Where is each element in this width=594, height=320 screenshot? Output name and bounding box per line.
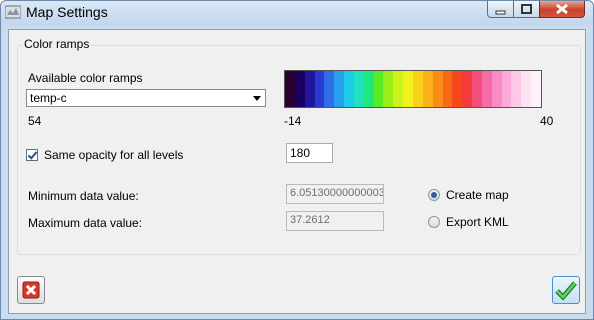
ramp-color-swatch [501,71,512,107]
available-color-ramps-label: Available color ramps [28,71,143,85]
map-settings-window: Map Settings Color ramps Available color… [0,0,594,320]
minimum-data-value-field[interactable]: 6.05130000000003 [286,184,384,204]
ramp-color-swatch [393,71,404,107]
chevron-down-icon [253,96,261,101]
maximum-data-value-field[interactable]: 37.2612 [286,211,384,231]
ramp-color-swatch [422,71,433,107]
ramp-color-swatch [344,71,354,107]
ok-button[interactable] [552,276,580,304]
ramp-color-swatch [314,71,325,107]
ramp-color-swatch [334,71,345,107]
ramp-color-swatch [531,71,541,107]
ramp-color-swatch [304,71,315,107]
same-opacity-label: Same opacity for all levels [44,148,184,162]
cancel-button[interactable] [17,276,45,304]
ramp-color-swatch [294,71,305,107]
ramp-color-swatch [511,71,522,107]
ramp-min-value: -14 [284,114,302,128]
ramp-color-swatch [403,71,413,107]
create-map-label: Create map [446,188,509,202]
maximize-icon [521,4,532,14]
opacity-input[interactable]: 180 [286,143,333,163]
ramp-color-swatch [481,71,492,107]
color-ramp-select-value: temp-c [30,91,67,105]
dialog-body: Color ramps Available color ramps temp-c… [8,29,586,314]
export-kml-radio[interactable] [428,216,440,228]
close-button[interactable] [539,1,585,18]
ramp-color-swatch [521,71,532,107]
color-ramp-select[interactable]: temp-c [26,89,266,107]
color-ramps-group-title: Color ramps [22,37,92,51]
ramp-color-swatch [412,71,423,107]
ramp-color-swatch [452,71,463,107]
color-ramp-preview [284,70,542,108]
export-kml-label: Export KML [446,215,509,229]
same-opacity-checkbox[interactable] [26,149,38,161]
create-map-radio[interactable] [428,189,440,201]
green-check-ok-icon [555,281,577,301]
ramp-color-swatch [383,71,394,107]
red-x-cancel-icon [22,281,40,299]
map-settings-app-icon [5,5,21,19]
ramp-color-swatch [285,71,295,107]
ramp-color-swatch [432,71,443,107]
ramp-color-swatch [324,71,335,107]
minimum-data-value-label: Minimum data value: [28,189,139,203]
window-title: Map Settings [26,4,108,20]
close-icon [556,3,568,15]
ramp-count-value: 54 [28,114,42,128]
ramp-color-swatch [353,71,364,107]
maximize-button[interactable] [513,1,540,18]
ramp-color-swatch [442,71,453,107]
ramp-color-swatch [472,71,482,107]
ramp-max-value: 40 [540,114,554,128]
minimize-button[interactable] [487,1,514,18]
title-bar[interactable]: Map Settings [1,1,593,25]
ramp-color-swatch [491,71,502,107]
maximum-data-value-label: Maximum data value: [28,216,143,230]
ramp-color-swatch [462,71,473,107]
minimize-icon [495,10,506,15]
ramp-color-swatch [363,71,374,107]
ramp-color-swatch [373,71,384,107]
